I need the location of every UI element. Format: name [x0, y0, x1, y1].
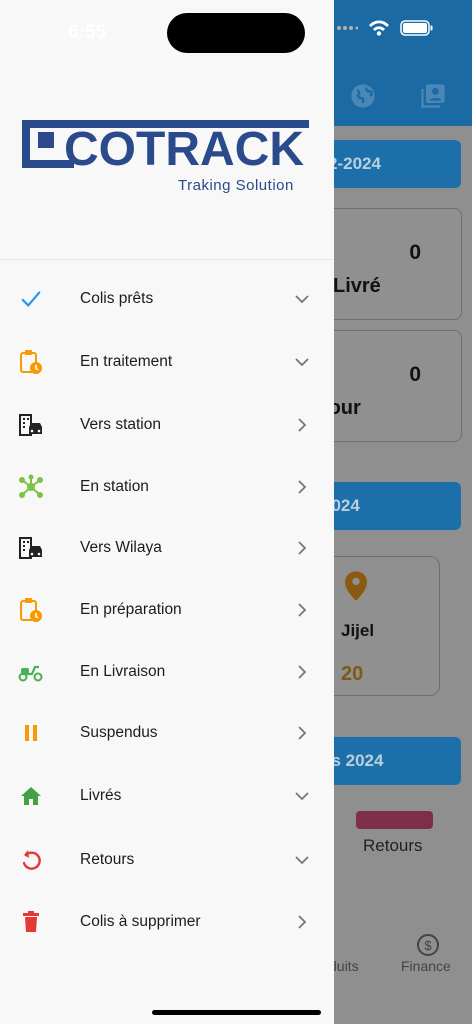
svg-text:$: $ [424, 938, 432, 953]
menu-item-retours[interactable]: Retours [0, 830, 334, 890]
chevron-down-icon [294, 788, 310, 804]
undo-icon [18, 847, 44, 873]
pause-icon [18, 720, 44, 746]
menu-item-en-livraison[interactable]: En Livraison [0, 642, 334, 702]
tab-finance[interactable]: Finance [401, 958, 451, 974]
logo-square [38, 132, 54, 148]
menu-item-label: Livrés [80, 787, 122, 804]
menu-item-vers-station[interactable]: Vers station [0, 395, 334, 455]
date-banner[interactable]: 2-2024 [318, 140, 461, 188]
scooter-icon [18, 659, 44, 685]
city-value: 20 [341, 663, 364, 685]
menu-item-label: Retours [80, 851, 135, 868]
menu-item-label: Suspendus [80, 724, 158, 741]
menu-item-label: Colis à supprimer [80, 913, 201, 930]
menu-item-label: Vers Wilaya [80, 539, 162, 556]
menu-item-suspendus[interactable]: Suspendus [0, 703, 334, 763]
menu-item-en-station[interactable]: En station [0, 457, 334, 517]
trash-icon [18, 909, 44, 935]
contacts-book-icon[interactable] [419, 82, 447, 110]
delivered-label: Livré [333, 275, 381, 297]
signal-icon [337, 26, 358, 30]
logo-tagline: Traking Solution [178, 177, 294, 194]
menu-item-en-traitement[interactable]: En traitement [0, 332, 334, 392]
chevron-right-icon [294, 479, 310, 495]
menu-item-label: En traitement [80, 353, 173, 370]
building-car-icon [18, 535, 44, 561]
home-icon [18, 783, 44, 809]
wifi-icon [369, 20, 389, 36]
menu-item-label: Vers station [80, 416, 161, 433]
city-name: Jijel [341, 621, 375, 640]
chevron-right-icon [294, 664, 310, 680]
menu-item-label: En préparation [80, 601, 182, 618]
delivered-count: 0 [409, 241, 421, 264]
legend-label: Retours [363, 836, 423, 855]
menu-item-livres[interactable]: Livrés [0, 766, 334, 826]
navigation-drawer: COTRACK Traking Solution Colis prêts En … [0, 0, 334, 1024]
menu-item-label: Colis prêts [80, 290, 154, 307]
clipboard-clock-icon [18, 349, 44, 375]
menu-item-label: En Livraison [80, 663, 166, 680]
chevron-right-icon [294, 417, 310, 433]
chevron-right-icon [294, 725, 310, 741]
battery-icon [400, 20, 433, 36]
menu-item-vers-wilaya[interactable]: Vers Wilaya [0, 518, 334, 578]
status-time: 6:55 [68, 22, 107, 43]
chevron-down-icon [294, 354, 310, 370]
hub-icon [18, 474, 44, 500]
status-icons [336, 20, 434, 36]
menu-item-label: En station [80, 478, 149, 495]
home-indicator[interactable] [152, 1010, 321, 1015]
chevron-right-icon [294, 602, 310, 618]
globe-icon[interactable] [349, 82, 377, 110]
menu-item-en-preparation[interactable]: En préparation [0, 580, 334, 640]
chevron-down-icon [294, 291, 310, 307]
location-pin-icon [345, 571, 367, 601]
building-car-icon [18, 412, 44, 438]
logo-brand: COTRACK [64, 123, 304, 176]
dynamic-island [167, 13, 305, 53]
dollar-circle-icon: $ [417, 934, 439, 956]
menu-item-colis-prets[interactable]: Colis prêts [0, 269, 334, 329]
year-banner[interactable]: 2024 [318, 482, 461, 530]
stats-banner[interactable]: és 2024 [318, 737, 461, 785]
clipboard-clock-icon [18, 597, 44, 623]
chevron-right-icon [294, 914, 310, 930]
menu-item-colis-a-supprimer[interactable]: Colis à supprimer [0, 892, 334, 952]
chevron-right-icon [294, 540, 310, 556]
check-icon [18, 286, 44, 312]
legend-swatch [356, 811, 433, 829]
return-count: 0 [409, 363, 421, 386]
chevron-down-icon [294, 852, 310, 868]
